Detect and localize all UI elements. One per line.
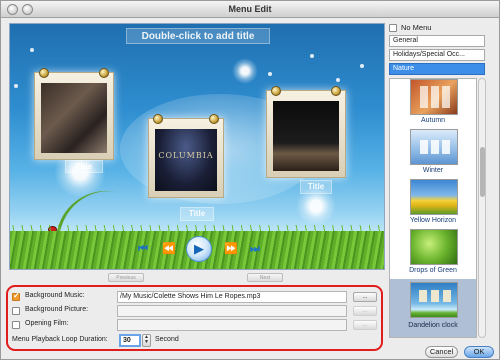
background-picture-label: Background Picture: xyxy=(25,306,89,313)
seed-decoration xyxy=(360,64,364,68)
fast-forward-icon[interactable]: ⏩ xyxy=(224,242,238,256)
window-title: Menu Edit xyxy=(228,4,272,14)
chapter-thumbnail[interactable]: COLUMBIA xyxy=(148,114,224,198)
background-music-checkbox[interactable] xyxy=(12,291,20,301)
theme-item[interactable]: Drops of Green xyxy=(390,229,476,279)
chapter-title-label[interactable]: Title xyxy=(300,180,332,194)
first-chapter-icon[interactable]: ⏮ xyxy=(136,242,150,256)
dandelion-decoration xyxy=(232,58,258,84)
theme-name: Winter xyxy=(422,167,444,174)
theme-preview-frames xyxy=(420,140,450,154)
playback-controls: ⏮ ⏪ ▶ ⏩ ⏭ xyxy=(134,236,262,262)
theme-panel: No Menu General Holidays/Special Occ... … xyxy=(387,21,493,339)
seed-decoration xyxy=(14,84,18,88)
theme-item-selected[interactable]: Dandelion clock xyxy=(390,279,476,337)
chapter-thumbnail[interactable] xyxy=(34,68,114,160)
chapter-thumbnail[interactable] xyxy=(266,86,346,178)
ok-button[interactable]: OK xyxy=(464,346,494,358)
loop-duration-unit: Second xyxy=(155,336,179,343)
cancel-button[interactable]: Cancel xyxy=(425,346,458,358)
background-music-field[interactable]: /My Music/Colette Shows Him Le Ropes.mp3 xyxy=(117,291,347,303)
film-logo: COLUMBIA xyxy=(158,151,214,160)
no-menu-label: No Menu xyxy=(401,23,432,32)
opening-film-row: Opening Film: ... xyxy=(12,319,380,332)
scrollbar-thumb[interactable] xyxy=(480,147,485,197)
title-bar: Menu Edit xyxy=(1,1,499,18)
thumbnail-image: COLUMBIA xyxy=(155,129,217,191)
thumbnail-image xyxy=(41,83,107,153)
loop-duration-row: Menu Playback Loop Duration: 30 ▲ ▼ Seco… xyxy=(12,334,380,348)
theme-list-scrollbar[interactable] xyxy=(478,78,486,338)
theme-thumbnail xyxy=(410,179,458,215)
chapter-title-label[interactable]: Title xyxy=(65,160,103,173)
pin-icon xyxy=(99,68,109,78)
theme-preview-frames xyxy=(419,290,451,302)
seed-decoration xyxy=(30,48,34,52)
opening-film-label: Opening Film: xyxy=(25,320,69,327)
previous-page-button[interactable]: Previous xyxy=(108,273,144,282)
seed-decoration xyxy=(310,54,314,58)
theme-item[interactable]: Yellow Horizon xyxy=(390,179,476,229)
theme-thumbnail xyxy=(410,129,458,165)
background-picture-browse-button[interactable]: ... xyxy=(353,306,377,316)
pin-icon xyxy=(271,86,281,96)
theme-name: Dandelion clock xyxy=(408,322,458,329)
category-nature[interactable]: Nature xyxy=(389,63,485,75)
menu-title-placeholder[interactable]: Double-click to add title xyxy=(126,28,270,44)
play-icon[interactable]: ▶ xyxy=(186,236,212,262)
last-chapter-icon[interactable]: ⏭ xyxy=(248,242,262,256)
menu-edit-window: Menu Edit Double-click to add title COLU… xyxy=(0,0,500,360)
loop-duration-label: Menu Playback Loop Duration: xyxy=(12,336,108,343)
background-picture-checkbox[interactable] xyxy=(12,307,20,315)
seed-decoration xyxy=(268,72,272,76)
theme-preview-frames xyxy=(420,86,450,108)
thumbnail-image xyxy=(273,101,339,171)
background-picture-row: Background Picture: ... xyxy=(12,305,380,318)
opening-film-browse-button[interactable]: ... xyxy=(353,320,377,330)
background-music-row: Background Music: /My Music/Colette Show… xyxy=(12,291,380,304)
no-menu-checkbox[interactable] xyxy=(389,24,397,32)
category-general[interactable]: General xyxy=(389,35,485,47)
next-page-button[interactable]: Next xyxy=(247,273,283,282)
theme-item[interactable]: Autumn xyxy=(390,79,476,129)
chapter-title-label[interactable]: Title xyxy=(180,207,214,221)
category-holidays[interactable]: Holidays/Special Occ... xyxy=(389,49,485,61)
menu-settings-panel: Background Music: /My Music/Colette Show… xyxy=(6,285,383,351)
seed-decoration xyxy=(336,78,340,82)
pin-icon xyxy=(153,114,163,124)
theme-name: Autumn xyxy=(420,117,446,124)
theme-name: Yellow Horizon xyxy=(409,217,457,224)
theme-list[interactable]: Autumn Winter Yellow Horizon Drops of Gr… xyxy=(389,78,477,338)
theme-name: Drops of Green xyxy=(409,267,457,274)
loop-duration-stepper[interactable]: ▲ ▼ xyxy=(142,334,151,347)
opening-film-checkbox[interactable] xyxy=(12,321,20,329)
background-music-browse-button[interactable]: ... xyxy=(353,292,377,302)
theme-thumbnail xyxy=(410,229,458,265)
pin-icon xyxy=(39,68,49,78)
chevron-down-icon[interactable]: ▼ xyxy=(143,340,150,345)
theme-item[interactable]: Winter xyxy=(390,129,476,179)
background-picture-field[interactable] xyxy=(117,305,347,317)
loop-duration-input[interactable]: 30 xyxy=(119,334,141,347)
opening-film-field[interactable] xyxy=(117,319,347,331)
rewind-icon[interactable]: ⏪ xyxy=(162,242,176,256)
pin-icon xyxy=(209,114,219,124)
background-music-label: Background Music: xyxy=(25,292,85,299)
theme-thumbnail xyxy=(410,79,458,115)
theme-thumbnail xyxy=(410,282,458,318)
menu-preview[interactable]: Double-click to add title COLUMBIA Title… xyxy=(9,23,385,270)
pin-icon xyxy=(331,86,341,96)
